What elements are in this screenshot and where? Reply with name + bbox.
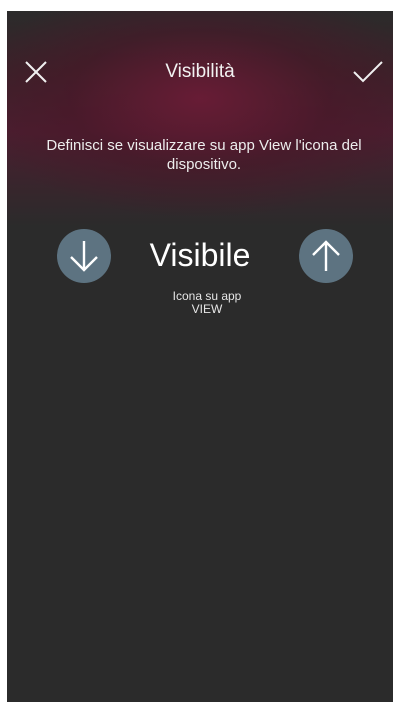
page-title: Visibilità — [165, 61, 235, 82]
value-sublabel: Icona su app VIEW — [157, 290, 257, 316]
arrow-up-icon — [312, 240, 340, 271]
confirm-button[interactable] — [351, 57, 385, 87]
app-screen: Visibilità Definisci se visualizzare su … — [7, 11, 393, 702]
description-text: Definisci se visualizzare su app View l'… — [46, 137, 362, 173]
header-gradient — [7, 11, 393, 241]
checkmark-icon — [353, 61, 383, 83]
increase-button[interactable] — [299, 229, 353, 283]
top-bar: Visibilità — [7, 51, 393, 91]
sublabel-line-2: VIEW — [191, 302, 223, 316]
